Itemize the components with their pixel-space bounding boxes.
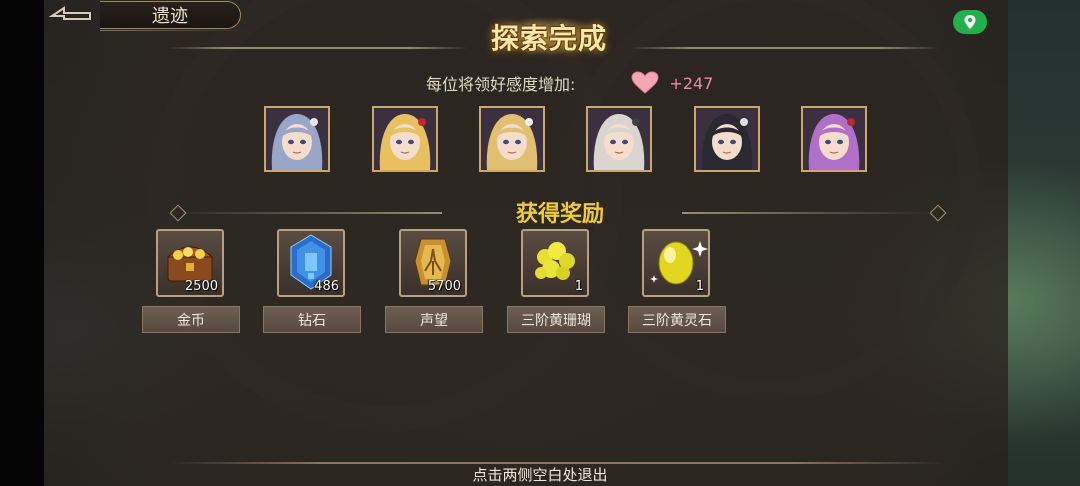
affinity-gain-row: 每位将领好感度增加: +247 — [426, 70, 713, 96]
rewards-divider-right — [682, 212, 932, 214]
header-divider-right — [630, 47, 940, 49]
character-face-icon — [588, 108, 650, 170]
reward-item[interactable]: 2500 金币 — [142, 229, 242, 333]
reward-label: 三阶黄灵石 — [628, 306, 726, 333]
reward-label: 钻石 — [263, 306, 361, 333]
reward-item[interactable]: 486 钻石 — [263, 229, 363, 333]
header-divider-left — [168, 47, 468, 49]
character-portrait — [694, 106, 760, 172]
affinity-label: 每位将领好感度增加: — [426, 75, 576, 94]
heart-icon — [631, 71, 659, 95]
character-portrait-row — [264, 106, 870, 174]
character-portrait — [264, 106, 330, 172]
reward-label: 三阶黄珊瑚 — [507, 306, 605, 333]
character-portrait — [801, 106, 867, 172]
character-face-icon — [374, 108, 436, 170]
map-button[interactable] — [953, 10, 987, 34]
reward-label: 声望 — [385, 306, 483, 333]
character-portrait — [586, 106, 652, 172]
location-title: 遗迹 — [100, 1, 241, 29]
banner-title: 探索完成 — [490, 22, 607, 55]
reward-count: 486 — [314, 279, 339, 294]
reward-count: 2500 — [184, 279, 218, 294]
reward-item[interactable]: 1 三阶黄珊瑚 — [507, 229, 607, 333]
reward-slot[interactable]: 5700 — [399, 229, 467, 297]
back-arrow-icon — [48, 6, 91, 20]
affinity-gain-value: +247 — [669, 73, 714, 93]
character-face-icon — [803, 108, 865, 170]
back-button[interactable] — [46, 2, 96, 24]
rewards-title: 获得奖励 — [515, 202, 604, 227]
rewards-divider-left — [168, 212, 442, 214]
character-face-icon — [266, 108, 328, 170]
character-portrait — [372, 106, 438, 172]
reward-slot[interactable]: 2500 — [156, 229, 224, 297]
location-pin-icon — [964, 15, 976, 29]
reward-item[interactable]: 1 三阶黄灵石 — [628, 229, 728, 333]
reward-slot[interactable]: 1 — [521, 229, 589, 297]
character-face-icon — [696, 108, 758, 170]
reward-slot[interactable]: 486 — [277, 229, 345, 297]
exploration-complete-banner: 探索完成 — [474, 14, 624, 60]
divider — [100, 30, 250, 31]
reward-slot[interactable]: 1 — [642, 229, 710, 297]
screen-edge-bar — [0, 0, 44, 486]
reward-item[interactable]: 5700 声望 — [385, 229, 485, 333]
exit-hint: 点击两侧空白处退出 — [472, 466, 608, 484]
character-portrait — [479, 106, 545, 172]
character-face-icon — [481, 108, 543, 170]
reward-count: 1 — [574, 279, 583, 294]
reward-label: 金币 — [142, 306, 240, 333]
reward-count: 1 — [695, 279, 704, 294]
reward-count: 5700 — [427, 279, 461, 294]
